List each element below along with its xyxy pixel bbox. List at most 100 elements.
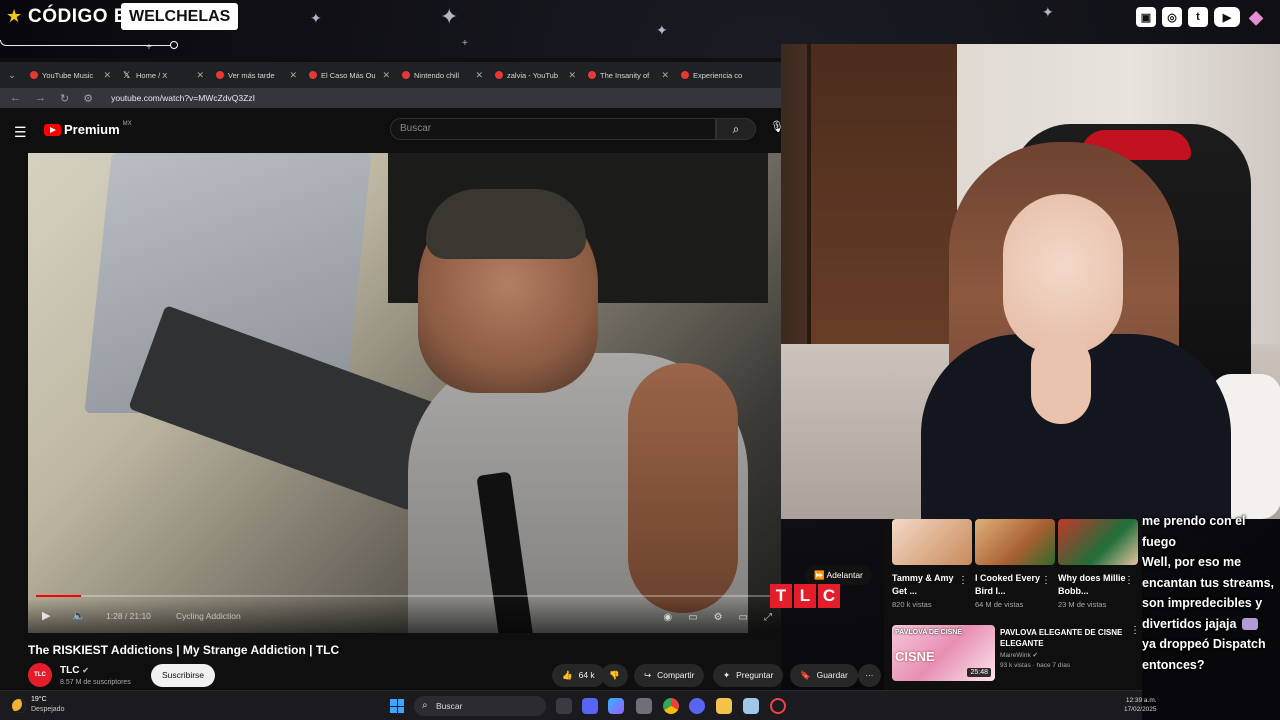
address-bar: ← → ↻ ⚙ youtube.com/watch?v=MWcZdvQ3ZzI: [0, 88, 781, 108]
windows-start-icon[interactable]: [390, 699, 404, 713]
browser-tab[interactable]: Nintendo chill ✕: [396, 64, 489, 86]
recommendation-card[interactable]: Why does Millie Bobb... 23 M de vistas: [1058, 519, 1138, 609]
recommendation-meta: 820 k vistas: [892, 600, 932, 609]
autoplay-toggle-icon[interactable]: ◉: [663, 612, 672, 623]
more-icon: ···: [865, 670, 874, 680]
close-icon[interactable]: ✕: [103, 70, 111, 81]
microphone-icon[interactable]: 🎙: [770, 120, 781, 133]
recommendation-card[interactable]: Tammy & Amy Get ... 820 k vistas: [892, 519, 972, 609]
channel-name-text: TLC: [60, 665, 80, 676]
theater-mode-icon[interactable]: ▭: [739, 612, 748, 623]
clock-time: 12:39 a.m.: [1125, 697, 1157, 704]
video-progress-bar[interactable]: [36, 595, 780, 597]
screen-app-icon[interactable]: [743, 698, 759, 714]
video-thumbnail[interactable]: [975, 519, 1055, 565]
subtitles-icon[interactable]: ▭: [688, 612, 697, 623]
close-icon[interactable]: ✕: [289, 70, 297, 81]
youtube-icon: [588, 71, 596, 79]
recording-app-icon[interactable]: [770, 698, 786, 714]
video-thumbnail[interactable]: [892, 519, 972, 565]
close-icon[interactable]: ✕: [568, 70, 576, 81]
logo-region: MX: [122, 120, 132, 127]
overlay-line-decoration: [0, 40, 176, 46]
chrome-icon[interactable]: [663, 698, 679, 714]
reload-icon[interactable]: ↻: [60, 92, 69, 105]
twitch-icon: ▣: [1136, 7, 1156, 27]
browser-tab[interactable]: Experiencia co: [675, 64, 768, 86]
forward-arrow-icon[interactable]: →: [35, 92, 46, 104]
url-field[interactable]: youtube.com/watch?v=MWcZdvQ3ZzI: [111, 93, 255, 103]
youtube-icon: [495, 71, 503, 79]
file-explorer-icon[interactable]: [716, 698, 732, 714]
video-player[interactable]: ▶ 🔈 1:28 / 21:10 Cycling Addiction ◉ ▭ ⚙…: [28, 153, 781, 633]
dislike-button[interactable]: 👎: [601, 664, 628, 687]
more-actions-button[interactable]: ···: [858, 664, 881, 687]
back-arrow-icon[interactable]: ←: [10, 92, 21, 104]
close-icon[interactable]: ✕: [661, 70, 669, 81]
taskbar-search[interactable]: Buscar: [414, 696, 546, 716]
moon-weather-icon[interactable]: [12, 699, 26, 713]
sparkle-icon: ✦: [656, 22, 668, 38]
tlc-letter: T: [770, 584, 792, 608]
video-title: The RISKIEST Addictions | My Strange Add…: [28, 643, 340, 657]
browser-tab[interactable]: Ver más tarde ✕: [210, 64, 303, 86]
webcam-door: [807, 44, 957, 384]
recommendation-meta: 23 M de vistas: [1058, 600, 1107, 609]
instagram-icon: ◎: [1162, 7, 1182, 27]
tab-search-chevron-icon[interactable]: ⌄: [0, 70, 24, 81]
browser-tab[interactable]: El Caso Más Ou ✕: [303, 64, 396, 86]
windows-taskbar: 19°C Despejado Buscar 12:39 a.m. 17/02/2…: [0, 690, 1157, 720]
recommendation-card[interactable]: I Cooked Every Bird I... 64 M de vistas: [975, 519, 1055, 609]
volume-icon[interactable]: 🔈: [72, 609, 86, 622]
skip-forward-button[interactable]: ⏩ Adelantar: [805, 565, 872, 585]
settings-icon[interactable]: ⚙: [714, 612, 723, 623]
video-thumbnail[interactable]: PAVLOVA DE CISNE CISNE 25:48: [892, 625, 995, 681]
task-view-icon[interactable]: [556, 698, 572, 714]
system-clock[interactable]: 12:39 a.m. 17/02/2025: [1124, 696, 1157, 714]
save-button[interactable]: 🔖 Guardar: [790, 664, 858, 687]
sparkle-icon: +: [462, 38, 468, 49]
more-vert-icon[interactable]: ⋮: [1130, 625, 1140, 636]
browser-tab[interactable]: The Insanity of ✕: [582, 64, 675, 86]
video-thumbnail[interactable]: [1058, 519, 1138, 565]
close-icon[interactable]: ✕: [382, 70, 390, 81]
search-input[interactable]: Buscar: [390, 118, 716, 140]
discord-icon[interactable]: [582, 698, 598, 714]
more-vert-icon[interactable]: ⋮: [958, 575, 968, 586]
thumbnail-text: PAVLOVA DE CISNE: [895, 629, 963, 636]
tab-strip: ⌄ YouTube Music ✕ 𝕏 Home / X ✕ Ver más tard…: [0, 62, 781, 88]
copilot-icon[interactable]: [608, 698, 624, 714]
site-info-icon[interactable]: ⚙: [83, 92, 93, 105]
browser-tab[interactable]: 𝕏 Home / X ✕: [117, 64, 210, 86]
browser-tab[interactable]: zalvia - YouTub ✕: [489, 64, 582, 86]
weather-status: Despejado: [31, 706, 65, 713]
webcam-streamer-hand: [1031, 334, 1091, 424]
tlc-letter: C: [818, 584, 840, 608]
close-icon[interactable]: ✕: [196, 70, 204, 81]
youtube-icon: [402, 71, 410, 79]
browser-tab[interactable]: YouTube Music ✕: [24, 64, 117, 86]
subscribe-button[interactable]: Suscribirse: [151, 664, 216, 687]
play-icon[interactable]: ▶: [42, 609, 50, 622]
settings-app-icon[interactable]: [636, 698, 652, 714]
more-vert-icon[interactable]: ⋮: [1124, 575, 1134, 586]
channel-avatar[interactable]: TLC: [28, 663, 52, 687]
more-vert-icon[interactable]: ⋮: [1041, 575, 1051, 586]
video-chapter[interactable]: Cycling Addiction: [176, 611, 241, 621]
recommendation-channel[interactable]: MaireWink: [1000, 652, 1031, 659]
discord-app-icon[interactable]: [689, 698, 705, 714]
menu-icon[interactable]: ☰: [14, 124, 27, 141]
share-button[interactable]: ↪ Compartir: [634, 664, 705, 687]
tab-title: Nintendo chill: [414, 70, 460, 80]
fullscreen-icon[interactable]: ⤢: [764, 612, 772, 623]
search-button[interactable]: ⌕: [716, 118, 756, 140]
close-icon[interactable]: ✕: [475, 70, 483, 81]
logo-text: Premium: [64, 122, 120, 137]
fast-forward-icon: ⏩: [814, 570, 827, 580]
ask-button[interactable]: ✦ Preguntar: [713, 664, 784, 687]
youtube-logo[interactable]: Premium MX: [44, 120, 132, 137]
like-button[interactable]: 👍 64 k: [552, 664, 605, 687]
recommendation-title[interactable]: PAVLOVA ELEGANTE DE CISNE ELEGANTE: [1000, 627, 1128, 649]
stream-overlay-top: ★ CÓDIGO EPIC WELCHELAS ✦ ✦ ✦ ✦ + + ▣ ◎ …: [0, 0, 1280, 53]
channel-name[interactable]: TLC ✔: [60, 665, 89, 676]
